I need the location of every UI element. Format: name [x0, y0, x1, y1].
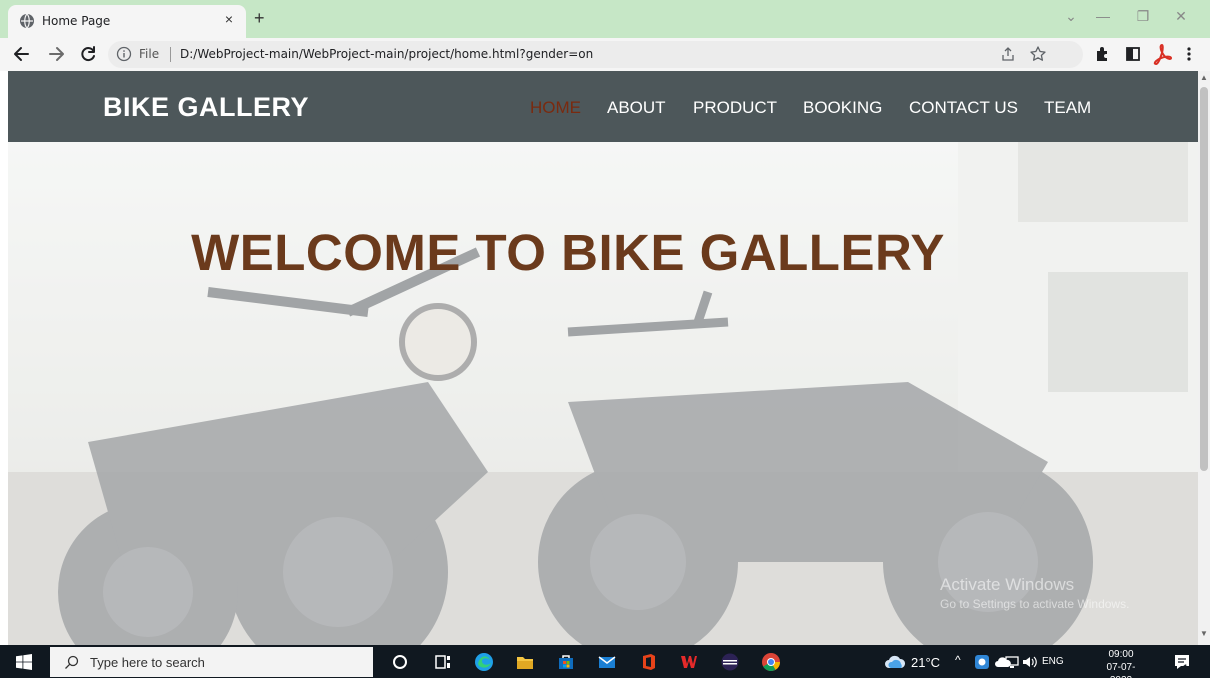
browser-tab-bar: Home Page × + ⌄ — ❐ ✕: [0, 0, 1210, 38]
taskbar-search-box[interactable]: Type here to search: [50, 647, 373, 677]
restore-icon[interactable]: ❐: [1128, 8, 1158, 25]
new-tab-icon[interactable]: +: [254, 9, 265, 27]
weather-cloud-icon[interactable]: [883, 654, 907, 670]
language-indicator[interactable]: ENG: [1042, 656, 1064, 667]
windows-taskbar: Type here to search 21°C ^ ENG 09:00 07-…: [0, 645, 1210, 686]
address-bar[interactable]: File D:/WebProject-main/WebProject-main/…: [108, 41, 1083, 68]
scroll-thumb[interactable]: [1200, 87, 1208, 471]
notification-center-icon[interactable]: [1173, 653, 1191, 671]
address-prefix: File: [139, 47, 160, 61]
page-scrollbar[interactable]: ▲ ▼: [1198, 71, 1210, 645]
share-icon[interactable]: [1000, 46, 1016, 62]
side-panel-icon[interactable]: [1124, 45, 1142, 63]
acrobat-extension-icon[interactable]: [1151, 43, 1173, 65]
taskbar-search-placeholder: Type here to search: [90, 655, 205, 670]
globe-icon: [20, 13, 34, 29]
bookmark-star-icon[interactable]: [1029, 45, 1047, 63]
nav-link-contact-us[interactable]: CONTACT US: [909, 98, 1018, 118]
watermark-subtitle: Go to Settings to activate Windows.: [940, 597, 1130, 611]
tray-chevron-up-icon[interactable]: ^: [955, 653, 961, 667]
tab-title: Home Page: [42, 14, 111, 28]
edge-browser-icon[interactable]: [474, 652, 494, 672]
info-icon[interactable]: [116, 46, 132, 62]
microsoft-store-icon[interactable]: [556, 652, 576, 672]
network-icon[interactable]: [1004, 654, 1020, 670]
forward-arrow-icon[interactable]: [46, 44, 66, 64]
activate-windows-watermark: Activate Windows Go to Settings to activ…: [940, 575, 1198, 611]
scroll-down-icon[interactable]: ▼: [1200, 629, 1208, 638]
tab-search-chevron-icon[interactable]: ⌄: [1056, 8, 1086, 25]
watermark-title: Activate Windows: [940, 575, 1075, 594]
window-close-icon[interactable]: ✕: [1166, 8, 1196, 25]
scroll-up-icon[interactable]: ▲: [1200, 73, 1208, 82]
nav-link-product[interactable]: PRODUCT: [693, 98, 777, 118]
clock-time: 09:00: [1108, 649, 1134, 660]
cortana-icon[interactable]: [390, 652, 410, 672]
eclipse-icon[interactable]: [720, 652, 740, 672]
browser-menu-icon[interactable]: [1184, 45, 1194, 63]
wps-office-icon[interactable]: [679, 652, 699, 672]
file-explorer-icon[interactable]: [515, 652, 535, 672]
site-navbar: BIKE GALLERY HOME ABOUT PRODUCT BOOKING …: [8, 71, 1198, 142]
taskbar-clock[interactable]: 09:00 07-07-2022: [1098, 648, 1144, 687]
nav-link-home[interactable]: HOME: [530, 98, 581, 118]
volume-icon[interactable]: [1021, 654, 1039, 670]
browser-toolbar: File D:/WebProject-main/WebProject-main/…: [0, 38, 1210, 71]
hero-heading: WELCOME TO BIKE GALLERY: [191, 224, 945, 281]
hero-background-image: [8, 142, 1198, 645]
site-brand[interactable]: BIKE GALLERY: [103, 92, 309, 123]
minimize-icon[interactable]: —: [1088, 8, 1118, 24]
nav-link-team[interactable]: TEAM: [1044, 98, 1091, 118]
reload-icon[interactable]: [78, 44, 98, 64]
office-icon[interactable]: [638, 652, 658, 672]
windows-start-icon[interactable]: [16, 654, 32, 670]
task-view-icon[interactable]: [433, 652, 453, 672]
clock-date: 07-07-2022: [1106, 662, 1136, 686]
back-arrow-icon[interactable]: [12, 44, 32, 64]
tray-app-icon[interactable]: [974, 654, 990, 670]
address-divider: [170, 47, 171, 62]
extensions-puzzle-icon[interactable]: [1094, 45, 1112, 63]
browser-tab[interactable]: Home Page ×: [8, 5, 246, 38]
hero-heading-container: WELCOME TO BIKE GALLERY: [8, 223, 1188, 283]
weather-temperature[interactable]: 21°C: [911, 655, 940, 670]
nav-link-booking[interactable]: BOOKING: [803, 98, 882, 118]
notification-count-badge: 1: [1183, 663, 1189, 673]
chrome-icon[interactable]: [761, 652, 781, 672]
nav-link-about[interactable]: ABOUT: [607, 98, 666, 118]
search-icon: [65, 655, 79, 669]
page-viewport: BIKE GALLERY HOME ABOUT PRODUCT BOOKING …: [8, 71, 1198, 645]
url-text[interactable]: D:/WebProject-main/WebProject-main/proje…: [180, 47, 593, 61]
mail-icon[interactable]: [597, 652, 617, 672]
tab-close-icon[interactable]: ×: [220, 11, 238, 27]
